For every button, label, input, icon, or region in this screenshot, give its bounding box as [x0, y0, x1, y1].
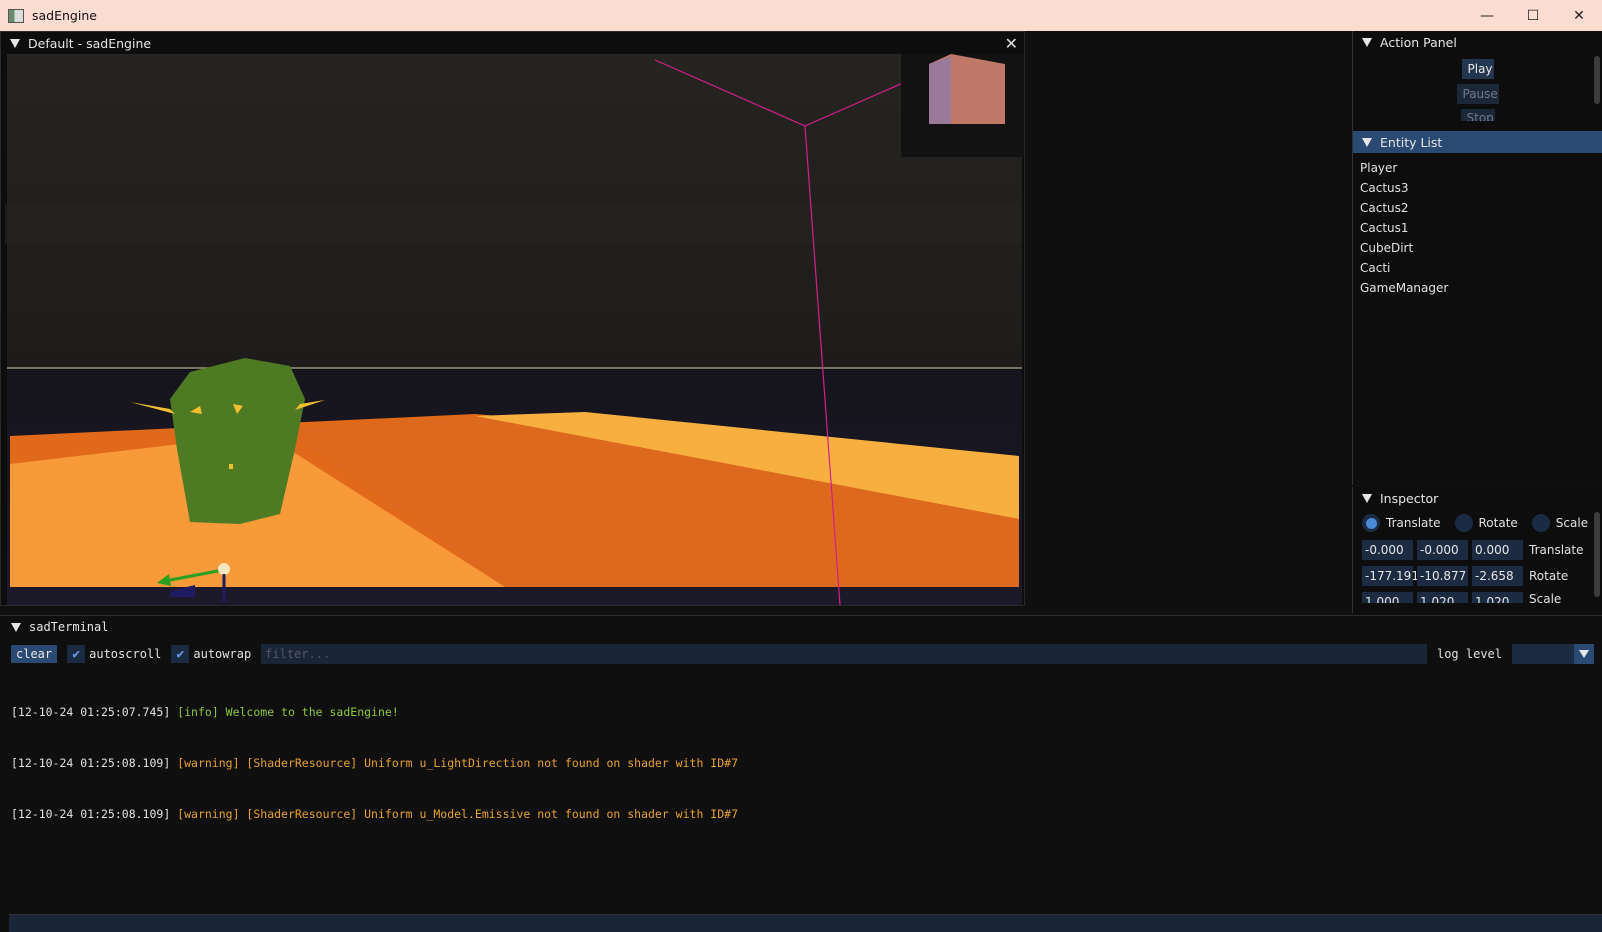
scene-view[interactable] [5, 54, 1024, 605]
terminal-panel: sadTerminal clear ✔ autoscroll ✔ autowra… [0, 615, 1602, 932]
entity-list-title: Entity List [1380, 134, 1443, 150]
close-icon[interactable]: ✕ [1005, 34, 1018, 53]
mode-translate-radio[interactable]: Translate [1362, 514, 1441, 532]
rotate-x-field[interactable]: -177.191 [1362, 566, 1419, 586]
collapse-arrow-icon[interactable] [10, 38, 20, 48]
terminal-title: sadTerminal [29, 620, 109, 634]
window-title: sadEngine [32, 8, 97, 23]
command-input[interactable] [9, 914, 1602, 932]
autoscroll-checkbox[interactable]: ✔ [67, 645, 86, 663]
terminal-header[interactable]: sadTerminal [0, 616, 108, 638]
autoscroll-label: autoscroll [89, 647, 162, 661]
mode-label: Rotate [1478, 516, 1518, 530]
scale-y-field[interactable]: 1.020 [1417, 592, 1468, 603]
pause-button[interactable]: Pause [1456, 84, 1499, 104]
entity-item[interactable]: Cactus3 [1360, 178, 1595, 198]
mode-rotate-radio[interactable]: Rotate [1454, 514, 1518, 532]
collapse-arrow-icon[interactable] [1362, 137, 1372, 147]
inspector-title: Inspector [1380, 490, 1439, 506]
filter-input[interactable]: filter... [261, 644, 1427, 664]
collapse-arrow-icon[interactable] [11, 622, 21, 632]
app-icon [8, 8, 24, 23]
entity-item[interactable]: Cacti [1360, 258, 1595, 278]
scale-x-field[interactable]: 1.000 [1362, 592, 1413, 603]
log-line: [12-10-24 01:25:08.109] [warning] [Shade… [11, 807, 738, 821]
action-panel: Action Panel Play Pause Stop [1352, 31, 1602, 131]
entity-item[interactable]: CubeDirt [1360, 238, 1595, 258]
entity-item[interactable]: GameManager [1360, 278, 1595, 298]
log-line: [12-10-24 01:25:08.109] [warning] [Shade… [11, 756, 738, 770]
scale-row: 1.000 1.020 1.020 Scale [1353, 589, 1602, 603]
clear-button[interactable]: clear [11, 645, 58, 663]
close-window-button[interactable]: ✕ [1556, 0, 1602, 31]
translate-z-field[interactable]: 0.000 [1472, 540, 1523, 560]
entity-item[interactable]: Player [1360, 158, 1595, 178]
scene-render [5, 54, 1024, 605]
rotate-label: Rotate [1529, 569, 1569, 583]
inspector-panel: Inspector Translate Rotate Scale -0.000 … [1352, 487, 1602, 613]
radio-selected-icon[interactable] [1362, 514, 1380, 532]
scene-viewport-window: Default - sadEngine ✕ [0, 31, 1025, 606]
scale-label: Scale [1529, 592, 1562, 603]
log-level-select[interactable] [1512, 644, 1594, 664]
window-titlebar: sadEngine — ☐ ✕ [0, 0, 1602, 31]
mode-label: Translate [1386, 516, 1441, 530]
maximize-button[interactable]: ☐ [1510, 0, 1556, 31]
entity-list-panel: Entity List Player Cactus3 Cactus2 Cactu… [1352, 131, 1602, 485]
log-output: [12-10-24 01:25:07.745] [info] Welcome t… [11, 670, 738, 857]
entity-list: Player Cactus3 Cactus2 Cactus1 CubeDirt … [1353, 153, 1602, 303]
chevron-down-icon[interactable] [1574, 644, 1594, 664]
entity-item[interactable]: Cactus1 [1360, 218, 1595, 238]
translate-y-field[interactable]: -0.000 [1417, 540, 1468, 560]
translate-x-field[interactable]: -0.000 [1362, 540, 1413, 560]
log-line: [12-10-24 01:25:07.745] [info] Welcome t… [11, 705, 399, 719]
terminal-toolbar: clear ✔ autoscroll ✔ autowrap filter... … [11, 644, 1594, 664]
minimize-button[interactable]: — [1464, 0, 1510, 31]
translate-label: Translate [1529, 543, 1584, 557]
mode-label: Scale [1555, 516, 1589, 530]
scrollbar[interactable] [1594, 56, 1600, 104]
transform-mode-group: Translate Rotate Scale [1353, 509, 1602, 537]
scale-z-field[interactable]: 1.020 [1472, 592, 1523, 603]
entity-list-header[interactable]: Entity List [1353, 131, 1602, 153]
radio-icon[interactable] [1454, 514, 1473, 532]
action-panel-header[interactable]: Action Panel [1353, 31, 1602, 53]
radio-icon[interactable] [1531, 514, 1550, 532]
inspector-header[interactable]: Inspector [1353, 487, 1602, 509]
entity-item[interactable]: Cactus2 [1360, 198, 1595, 218]
play-button[interactable]: Play [1461, 59, 1494, 79]
viewport-header[interactable]: Default - sadEngine [1, 32, 1024, 54]
scrollbar[interactable] [1594, 512, 1600, 597]
autowrap-label: autowrap [193, 647, 252, 661]
translate-row: -0.000 -0.000 0.000 Translate [1353, 537, 1602, 563]
rotate-row: -177.191 -10.877 -2.658 Rotate [1353, 563, 1602, 589]
rotate-z-field[interactable]: -2.658 [1472, 566, 1523, 586]
collapse-arrow-icon[interactable] [1362, 37, 1372, 47]
stop-button[interactable]: Stop [1460, 109, 1495, 121]
mode-scale-radio[interactable]: Scale [1531, 514, 1589, 532]
collapse-arrow-icon[interactable] [1362, 493, 1372, 503]
log-level-label: log level [1436, 647, 1502, 661]
autowrap-checkbox[interactable]: ✔ [171, 645, 190, 663]
rotate-y-field[interactable]: -10.877 [1417, 566, 1468, 586]
action-panel-title: Action Panel [1380, 34, 1457, 50]
viewport-title: Default - sadEngine [28, 35, 152, 51]
